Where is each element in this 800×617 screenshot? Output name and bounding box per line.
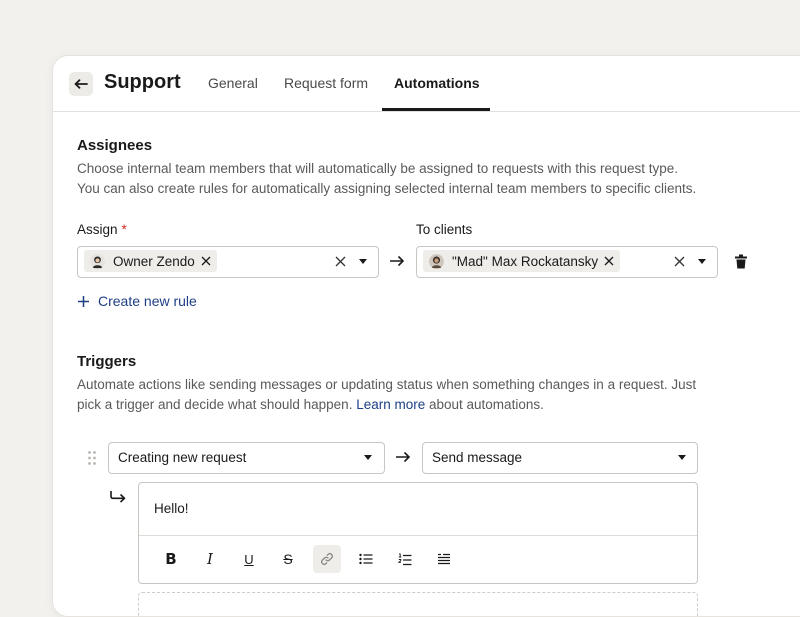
assignee-chip: Owner Zendo <box>84 250 217 272</box>
underline-button[interactable]: U <box>235 545 263 573</box>
chevron-down-icon[interactable] <box>698 259 706 264</box>
tab-automations[interactable]: Automations <box>394 75 480 91</box>
chevron-down-icon[interactable] <box>359 259 367 264</box>
message-text[interactable]: Hello! <box>154 501 189 516</box>
strikethrough-button[interactable]: S <box>274 545 302 573</box>
trigger-select-value: Creating new request <box>118 450 247 465</box>
editor-divider <box>139 535 697 536</box>
remove-chip-icon[interactable] <box>199 254 213 268</box>
tab-general[interactable]: General <box>208 75 258 91</box>
header: Support General Request form Automations <box>53 56 800 112</box>
subdirectory-arrow-icon <box>110 491 126 503</box>
numbered-list-button[interactable] <box>391 545 419 573</box>
settings-card: Support General Request form Automations… <box>52 55 800 617</box>
numbered-list-icon <box>398 553 412 565</box>
italic-button[interactable]: I <box>196 545 224 573</box>
remove-chip-icon[interactable] <box>602 254 616 268</box>
client-chip-label: "Mad" Max Rockatansky <box>452 253 599 269</box>
assign-label: Assign * <box>77 222 127 237</box>
action-select[interactable]: Send message <box>422 442 698 474</box>
assignee-chip-label: Owner Zendo <box>113 253 195 269</box>
clear-icon[interactable] <box>673 255 686 273</box>
bullet-list-icon <box>359 553 373 565</box>
back-button[interactable] <box>69 72 93 96</box>
chevron-down-icon[interactable] <box>678 455 686 460</box>
arrow-left-icon <box>74 79 88 89</box>
triggers-heading: Triggers <box>77 353 137 370</box>
clients-select[interactable]: "Mad" Max Rockatansky <box>416 246 718 278</box>
align-button[interactable] <box>430 545 458 573</box>
client-chip: "Mad" Max Rockatansky <box>423 250 621 272</box>
bullet-list-button[interactable] <box>352 545 380 573</box>
trigger-select[interactable]: Creating new request <box>108 442 385 474</box>
chevron-down-icon[interactable] <box>364 455 372 460</box>
to-clients-label: To clients <box>416 222 473 237</box>
message-editor[interactable]: Hello! B I U S <box>138 482 698 584</box>
learn-more-link[interactable]: Learn more <box>356 397 425 412</box>
required-mark: * <box>121 222 127 237</box>
page-title: Support <box>104 71 181 93</box>
create-rule-button[interactable]: Create new rule <box>77 293 197 309</box>
assignees-description-2: You can also create rules for automatica… <box>77 181 697 196</box>
link-button[interactable] <box>313 545 341 573</box>
action-select-value: Send message <box>432 450 523 465</box>
avatar <box>429 253 444 269</box>
tab-request-form[interactable]: Request form <box>284 75 368 91</box>
assignees-heading: Assignees <box>77 137 153 154</box>
triggers-description-2: pick a trigger and decide what should ha… <box>77 397 544 412</box>
link-icon <box>321 553 333 565</box>
triggers-description-1: Automate actions like sending messages o… <box>77 377 697 392</box>
active-tab-indicator <box>382 108 490 111</box>
avatar <box>90 253 105 269</box>
drag-handle-icon[interactable] <box>87 450 97 466</box>
trash-icon[interactable] <box>734 254 748 269</box>
clear-icon[interactable] <box>334 255 347 273</box>
bold-button[interactable]: B <box>157 545 185 573</box>
arrow-right-icon <box>390 255 405 267</box>
assign-select[interactable]: Owner Zendo <box>77 246 379 278</box>
plus-icon <box>78 295 89 307</box>
arrow-right-icon <box>396 451 411 463</box>
add-action-dropzone[interactable] <box>138 592 698 616</box>
text-align-icon <box>438 553 450 564</box>
create-rule-label: Create new rule <box>98 293 197 309</box>
assignees-description-1: Choose internal team members that will a… <box>77 161 679 176</box>
